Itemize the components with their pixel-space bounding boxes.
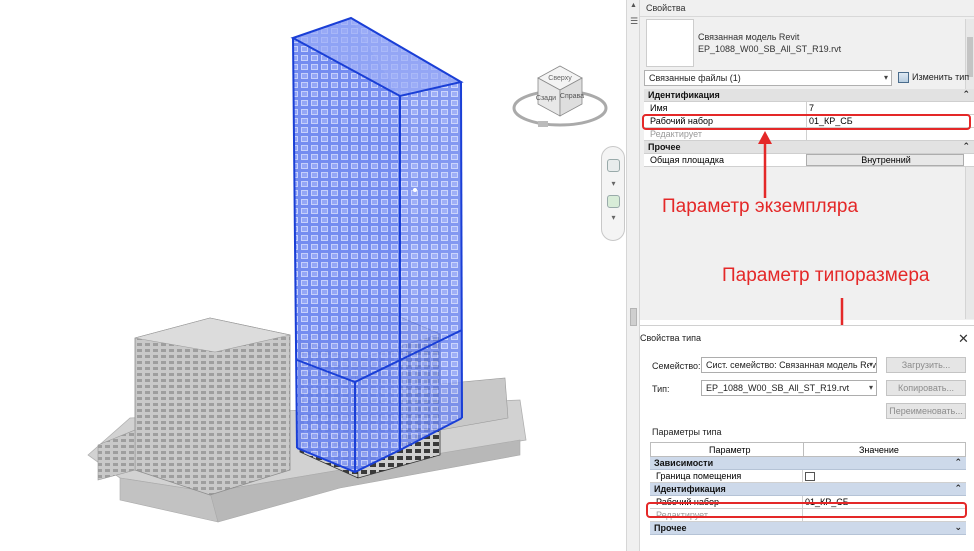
properties-scrollbar[interactable] bbox=[965, 19, 974, 319]
viewcube[interactable]: Сверху Сзади Справа bbox=[508, 58, 608, 133]
chevron-down-icon: ▾ bbox=[868, 360, 873, 369]
collapse-icon[interactable]: ⌃ bbox=[962, 141, 970, 152]
family-label: Семейство: bbox=[652, 361, 701, 371]
chevron-down-icon[interactable]: ▾ bbox=[607, 213, 620, 226]
navigation-bar: ▾ ▾ bbox=[601, 146, 625, 241]
zoom-icon[interactable] bbox=[607, 195, 620, 208]
type-family-name: Связанная модель Revit bbox=[698, 32, 800, 42]
scrollbar-thumb[interactable] bbox=[630, 308, 637, 326]
property-key: Общая площадка bbox=[650, 155, 724, 165]
viewcube-home-icon[interactable] bbox=[538, 121, 548, 127]
element-filter-select[interactable]: Связанные файлы (1) ▾ bbox=[644, 70, 892, 86]
edit-type-icon bbox=[898, 72, 909, 83]
collapse-icon[interactable]: ⌄ bbox=[954, 522, 962, 533]
selected-tower[interactable] bbox=[290, 16, 464, 474]
3d-viewport[interactable]: Сверху Сзади Справа ▾ ▾ bbox=[0, 0, 626, 551]
collapse-icon[interactable]: ⌃ bbox=[962, 89, 970, 100]
section-identification[interactable]: Идентификация ⌃ bbox=[644, 89, 974, 102]
properties-title: Свойства bbox=[640, 0, 974, 17]
type-workset-highlight bbox=[646, 502, 967, 518]
section-label: Прочее bbox=[654, 523, 687, 533]
type-parameters-label: Параметры типа bbox=[652, 427, 722, 437]
dialog-title-text: Свойства типа bbox=[640, 333, 702, 343]
property-value[interactable] bbox=[802, 470, 966, 482]
element-filter-value: Связанные файлы (1) bbox=[649, 73, 741, 83]
instance-workset-highlight bbox=[642, 114, 971, 130]
column-parameter[interactable]: Параметр bbox=[709, 445, 751, 455]
edit-type-label: Изменить тип bbox=[912, 72, 970, 82]
section-label: Идентификация bbox=[654, 484, 726, 494]
grey-building-left bbox=[97, 317, 291, 496]
viewcube-right-face[interactable]: Справа bbox=[560, 93, 584, 100]
column-value[interactable]: Значение bbox=[859, 445, 899, 455]
steering-wheel-icon[interactable] bbox=[607, 159, 620, 172]
palette-menu-icon[interactable]: ☰ bbox=[630, 16, 638, 27]
family-select-value: Сист. семейство: Связанная модель Revit bbox=[706, 360, 877, 370]
instance-parameter-callout: Параметр экземпляра bbox=[662, 196, 859, 217]
collapse-icon[interactable]: ⌃ bbox=[954, 483, 962, 494]
chevron-down-icon: ▾ bbox=[868, 383, 873, 392]
section-constraints[interactable]: Зависимости ⌃ bbox=[650, 457, 966, 470]
collapse-icon[interactable]: ⌃ bbox=[954, 457, 962, 468]
property-row-shared-site[interactable]: Общая площадка Внутренний bbox=[644, 154, 974, 167]
section-label: Зависимости bbox=[654, 458, 714, 468]
property-key: Редактирует bbox=[650, 129, 702, 139]
property-value[interactable]: 7 bbox=[806, 102, 964, 114]
section-label: Прочее bbox=[648, 142, 681, 152]
rename-button[interactable]: Переименовать... bbox=[886, 403, 966, 419]
section-label: Идентификация bbox=[648, 90, 720, 100]
property-key: Имя bbox=[650, 103, 668, 113]
load-button[interactable]: Загрузить... bbox=[886, 357, 966, 373]
close-icon[interactable]: ✕ bbox=[958, 331, 969, 347]
palette-splitter-scrollbar[interactable]: ▲ ☰ bbox=[626, 0, 640, 551]
type-select-value: EP_1088_W00_SB_All_ST_R19.rvt bbox=[706, 383, 850, 393]
family-select[interactable]: Сист. семейство: Связанная модель Revit … bbox=[701, 357, 877, 373]
copy-button[interactable]: Копировать... bbox=[886, 380, 966, 396]
section-other[interactable]: Прочее ⌃ bbox=[644, 141, 974, 154]
chevron-down-icon: ▾ bbox=[883, 73, 888, 82]
grid-column-header: Параметр Значение bbox=[650, 442, 966, 457]
scroll-up-icon[interactable]: ▲ bbox=[630, 2, 637, 9]
shared-site-button[interactable]: Внутренний bbox=[806, 154, 964, 166]
type-selector[interactable]: Связанная модель Revit EP_1088_W00_SB_Al… bbox=[698, 31, 958, 55]
edit-type-button[interactable]: Изменить тип bbox=[896, 70, 974, 86]
type-parameter-callout: Параметр типоразмера bbox=[722, 265, 930, 286]
section-identification[interactable]: Идентификация ⌃ bbox=[650, 483, 966, 496]
viewcube-top-face[interactable]: Сверху bbox=[548, 75, 572, 82]
room-bounding-checkbox[interactable] bbox=[805, 472, 815, 481]
type-label: Тип: bbox=[652, 384, 670, 394]
type-select[interactable]: EP_1088_W00_SB_All_ST_R19.rvt ▾ bbox=[701, 380, 877, 396]
type-parameters-grid: Параметр Значение Зависимости ⌃ Граница … bbox=[650, 442, 966, 535]
type-file-name: EP_1088_W00_SB_All_ST_R19.rvt bbox=[698, 44, 842, 54]
property-key: Граница помещения bbox=[656, 471, 742, 481]
arrow-up-icon bbox=[758, 131, 772, 198]
type-preview-image bbox=[646, 19, 694, 67]
chevron-down-icon[interactable]: ▾ bbox=[607, 179, 620, 192]
dialog-title: Свойства типа bbox=[640, 326, 974, 350]
viewcube-left-face[interactable]: Сзади bbox=[536, 95, 556, 102]
property-row-room-bounding[interactable]: Граница помещения bbox=[650, 470, 966, 483]
section-other[interactable]: Прочее ⌄ bbox=[650, 522, 966, 535]
